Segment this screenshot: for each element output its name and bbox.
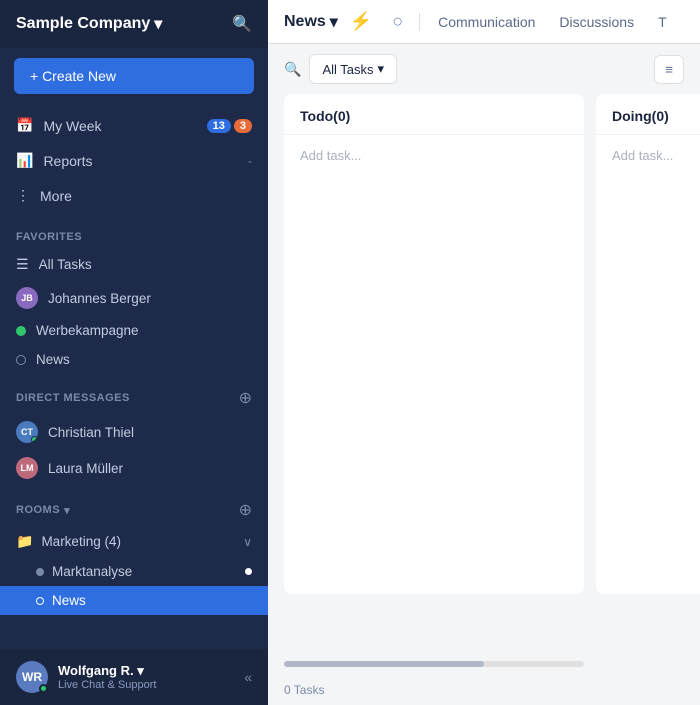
- footer-avatar: WR: [16, 661, 48, 693]
- create-new-label: + Create New: [30, 68, 116, 84]
- company-name[interactable]: Sample Company ▾: [16, 14, 162, 34]
- sidebar-item-more[interactable]: ⋮ More: [0, 178, 268, 213]
- circle-icon[interactable]: ○: [384, 11, 411, 32]
- tab-communication[interactable]: Communication: [428, 0, 545, 44]
- todo-header: Todo(0): [284, 94, 584, 135]
- scrollbar-thumb[interactable]: [284, 661, 484, 667]
- unread-dot: [245, 568, 252, 575]
- pulse-icon[interactable]: ⚡: [342, 11, 380, 32]
- fav-werbekampagne[interactable]: Werbekampagne: [0, 316, 268, 345]
- online-dot: [39, 684, 48, 693]
- dm-christian[interactable]: CT Christian Thiel: [0, 414, 268, 450]
- status-bar: 0 Tasks: [268, 675, 700, 705]
- scrollbar-area: [268, 653, 700, 675]
- status-dot: [36, 597, 44, 605]
- dm-laura[interactable]: LM Laura Müller: [0, 450, 268, 486]
- avatar: CT: [16, 421, 38, 443]
- room-marktanalyse[interactable]: Marktanalyse: [0, 557, 268, 586]
- add-task-doing[interactable]: Add task...: [612, 148, 673, 163]
- search-icon: 🔍: [284, 61, 301, 78]
- calendar-icon: 📅: [16, 117, 33, 134]
- create-new-button[interactable]: + Create New: [14, 58, 254, 94]
- footer-username: Wolfgang R. ▾: [58, 663, 234, 679]
- status-dot: [36, 568, 44, 576]
- filter-button[interactable]: ≡: [654, 55, 684, 84]
- main-content: News ▾ ⚡ ○ Communication Discussions T 🔍…: [268, 0, 700, 705]
- avatar: JB: [16, 287, 38, 309]
- badge-orange: 3: [234, 119, 252, 133]
- doing-header: Doing(0): [596, 94, 700, 135]
- rooms-label[interactable]: Rooms ▾: [16, 504, 70, 517]
- add-task-todo[interactable]: Add task...: [300, 148, 361, 163]
- reports-arrow: -: [248, 154, 252, 168]
- tab-t[interactable]: T: [648, 0, 677, 44]
- filter-icon: ≡: [665, 62, 673, 77]
- favorites-label: Favorites: [0, 217, 268, 249]
- sidebar-footer[interactable]: WR Wolfgang R. ▾ Live Chat & Support «: [0, 649, 268, 705]
- chevron-down-icon: ∨: [243, 535, 252, 549]
- avatar: LM: [16, 457, 38, 479]
- separator: [419, 13, 420, 31]
- sidebar-nav: 📅 My Week 13 3 📊 Reports - ⋮ More: [0, 104, 268, 217]
- kanban-col-doing: Doing(0) Add task...: [596, 94, 700, 594]
- online-indicator: [16, 326, 26, 336]
- fav-news[interactable]: News: [0, 345, 268, 374]
- more-icon: ⋮: [16, 187, 30, 204]
- fav-all-tasks[interactable]: ☰ All Tasks: [0, 249, 268, 280]
- search-icon[interactable]: 🔍: [232, 14, 252, 34]
- room-news-active[interactable]: News: [0, 586, 268, 615]
- room-marketing[interactable]: 📁 Marketing (4) ∨: [0, 526, 268, 557]
- footer-info: Wolfgang R. ▾ Live Chat & Support: [58, 663, 234, 691]
- sidebar-item-reports[interactable]: 📊 Reports -: [0, 143, 268, 178]
- dm-section-header: Direct Messages ⊕: [0, 374, 268, 414]
- badge-blue: 13: [207, 119, 231, 133]
- add-dm-button[interactable]: ⊕: [239, 388, 252, 408]
- doing-body: Add task...: [596, 135, 700, 594]
- reports-icon: 📊: [16, 152, 33, 169]
- dm-label: Direct Messages: [16, 392, 130, 404]
- week-badges: 13 3: [207, 119, 252, 133]
- tasks-count-label: 0 Tasks: [284, 683, 324, 697]
- add-room-button[interactable]: ⊕: [239, 500, 252, 520]
- sidebar: Sample Company ▾ 🔍 + Create New 📅 My Wee…: [0, 0, 268, 705]
- page-title[interactable]: News ▾: [284, 12, 338, 32]
- kanban-board: Todo(0) Add task... Doing(0) Add task...: [268, 94, 700, 653]
- tasks-bar: 🔍 All Tasks ▾ ≡: [268, 44, 700, 94]
- scrollbar-track[interactable]: [284, 661, 584, 667]
- sidebar-header: Sample Company ▾ 🔍: [0, 0, 268, 48]
- rooms-header: Rooms ▾ ⊕: [0, 486, 268, 526]
- tab-discussions[interactable]: Discussions: [549, 0, 644, 44]
- collapse-icon[interactable]: «: [244, 669, 252, 685]
- fav-johannes[interactable]: JB Johannes Berger: [0, 280, 268, 316]
- sidebar-item-my-week[interactable]: 📅 My Week 13 3: [0, 108, 268, 143]
- kanban-col-todo: Todo(0) Add task...: [284, 94, 584, 594]
- folder-icon: 📁: [16, 533, 33, 550]
- todo-body: Add task...: [284, 135, 584, 594]
- all-tasks-filter-button[interactable]: All Tasks ▾: [309, 54, 397, 84]
- circle-icon: [16, 355, 26, 365]
- top-nav: News ▾ ⚡ ○ Communication Discussions T: [268, 0, 700, 44]
- list-icon: ☰: [16, 256, 29, 273]
- footer-status-text: Live Chat & Support: [58, 679, 234, 691]
